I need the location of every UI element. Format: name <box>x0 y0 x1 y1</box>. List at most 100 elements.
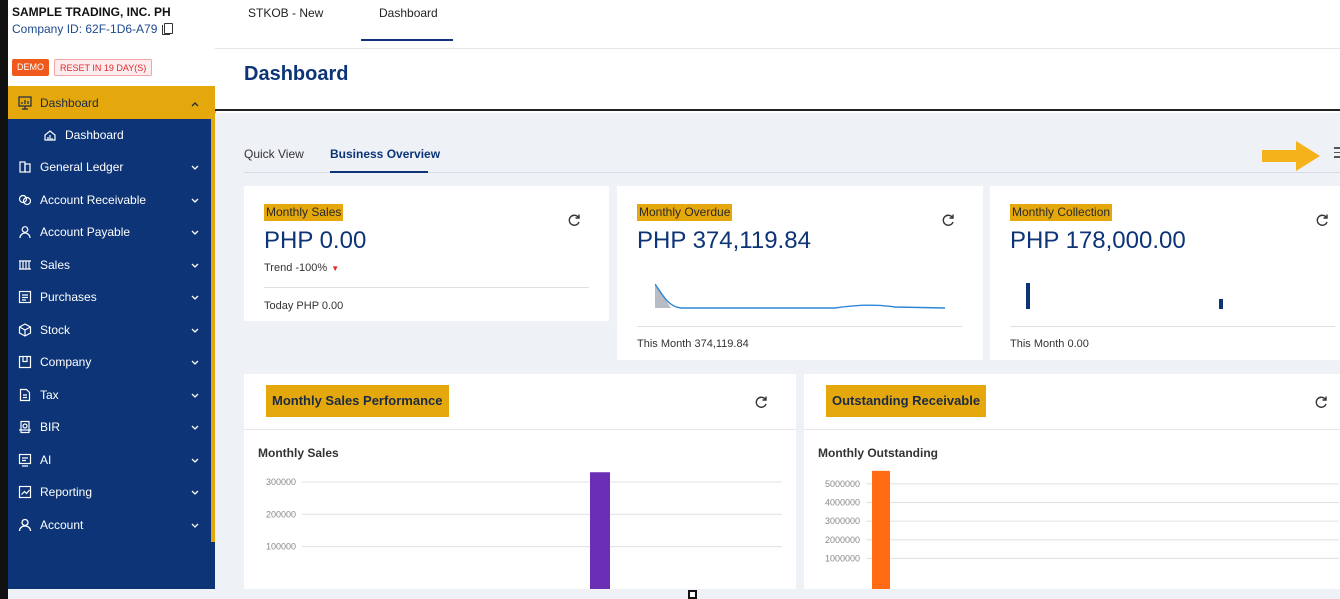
sidebar-item-tax[interactable]: Tax <box>8 379 211 412</box>
arrow-right-icon <box>1262 141 1320 171</box>
sidebar-item-company[interactable]: Company <box>8 346 211 379</box>
sidebar-subitem-dashboard[interactable]: Dashboard <box>8 119 211 151</box>
company-info: SAMPLE TRADING, INC. PH Company ID: 62F-… <box>8 0 215 52</box>
sidebar-item-label: AI <box>40 452 52 467</box>
chevron-down-icon <box>191 295 199 303</box>
tax-icon <box>18 388 32 402</box>
chevron-down-icon <box>191 165 199 173</box>
sidebar-item-account[interactable]: Account <box>8 509 211 542</box>
sidebar-item-ai[interactable]: AI <box>8 444 211 477</box>
sidebar-item-account-payable[interactable]: Account Payable <box>8 216 211 249</box>
refresh-icon[interactable] <box>941 213 955 227</box>
sidebar-item-label: Dashboard <box>40 95 99 110</box>
sidebar-item-reporting[interactable]: Reporting <box>8 476 211 509</box>
monthly-collection-card: Monthly Collection PHP 178,000.00 This M… <box>990 186 1340 360</box>
monthly-outstanding-chart: 5000000 4000000 3000000 2000000 1000000 <box>825 470 1339 599</box>
y-tick-label: 4000000 <box>825 498 860 508</box>
panel-header: Outstanding Receivable <box>804 374 1340 430</box>
user-icon <box>18 518 32 532</box>
receivable-icon <box>18 193 32 207</box>
sidebar-item-label: Reporting <box>40 485 93 500</box>
monthly-collection-label: Monthly Collection <box>1010 204 1113 221</box>
top-tab-bar: STKOB - New Dashboard <box>215 0 1340 49</box>
y-tick-label: 300000 <box>266 477 296 487</box>
subtab-business-overview[interactable]: Business Overview <box>330 147 440 161</box>
monthly-collection-value: PHP 178,000.00 <box>1010 227 1186 254</box>
sidebar: SAMPLE TRADING, INC. PH Company ID: 62F-… <box>8 0 215 599</box>
refresh-icon[interactable] <box>1315 213 1329 227</box>
chevron-down-icon <box>191 328 199 336</box>
trend-down-icon: ▼ <box>331 264 340 273</box>
chevron-down-icon <box>191 490 199 498</box>
monthly-sales-today: Today PHP 0.00 <box>264 300 344 312</box>
y-tick-label: 1000000 <box>825 553 860 563</box>
sidebar-menu: Dashboard Dashboard General Ledger Accou… <box>8 86 211 541</box>
y-tick-label: 200000 <box>266 509 296 519</box>
refresh-icon[interactable] <box>567 213 581 227</box>
monthly-overdue-value: PHP 374,119.84 <box>637 227 811 254</box>
sidebar-item-label: Account Receivable <box>40 192 147 207</box>
monthly-sales-label: Monthly Sales <box>264 204 344 221</box>
company-name: SAMPLE TRADING, INC. PH <box>12 5 171 19</box>
sidebar-item-account-receivable[interactable]: Account Receivable <box>8 184 211 217</box>
chevron-down-icon <box>191 263 199 271</box>
badge-row: DEMO RESET IN 19 DAY(S) <box>8 52 215 86</box>
panel-title: Monthly Sales Performance <box>266 385 449 417</box>
reporting-icon <box>18 485 32 499</box>
sales-icon <box>18 258 32 272</box>
company-icon <box>18 355 32 369</box>
sidebar-item-label: Tax <box>40 387 59 402</box>
sidebar-item-label: Account Payable <box>40 225 131 240</box>
sidebar-item-stock[interactable]: Stock <box>8 314 211 347</box>
sidebar-item-bir[interactable]: BIR <box>8 411 211 444</box>
hamburger-menu-icon[interactable] <box>1334 147 1340 161</box>
cube-icon <box>18 323 32 337</box>
chevron-down-icon <box>191 393 199 401</box>
monthly-overdue-label: Monthly Overdue <box>637 204 733 221</box>
sidebar-item-label: Sales <box>40 257 71 272</box>
subtab-bar: Quick View Business Overview <box>244 147 1340 173</box>
sidebar-item-label: Purchases <box>40 290 97 305</box>
dashboard-content: Quick View Business Overview Monthly Sal… <box>215 113 1340 599</box>
chevron-down-icon <box>191 523 199 531</box>
chart-title: Monthly Sales <box>258 446 339 460</box>
refresh-icon[interactable] <box>1314 395 1328 409</box>
chevron-down-icon <box>191 458 199 466</box>
bottom-scroll-area <box>8 589 1340 599</box>
monthly-sales-chart: 300000 200000 100000 <box>266 472 782 599</box>
sidebar-item-label: Company <box>40 355 92 370</box>
bar[interactable] <box>872 470 890 599</box>
monthly-overdue-card: Monthly Overdue PHP 374,119.84 This Mont… <box>617 186 983 360</box>
refresh-icon[interactable] <box>754 395 768 409</box>
page-header: Dashboard <box>215 49 1340 111</box>
chevron-down-icon <box>191 425 199 433</box>
ledger-icon <box>18 160 32 174</box>
sidebar-item-purchases[interactable]: Purchases <box>8 281 211 314</box>
y-tick-label: 2000000 <box>825 535 860 545</box>
monitor-chart-icon <box>18 95 32 110</box>
company-id: Company ID: 62F-1D6-A79 <box>12 20 211 38</box>
sidebar-item-dashboard[interactable]: Dashboard <box>8 86 211 119</box>
tab-dashboard[interactable]: Dashboard <box>361 0 456 28</box>
subtab-quick-view[interactable]: Quick View <box>244 147 304 161</box>
payable-icon <box>18 225 32 239</box>
sidebar-item-general-ledger[interactable]: General Ledger <box>8 151 211 184</box>
chevron-down-icon <box>191 230 199 238</box>
sidebar-item-label: Stock <box>40 322 71 337</box>
chart-title: Monthly Outstanding <box>818 446 938 460</box>
monthly-sales-performance-panel: Monthly Sales Performance Monthly Sales … <box>244 374 796 599</box>
card-divider <box>264 287 589 288</box>
monthly-collection-this-month: This Month 0.00 <box>1010 338 1089 350</box>
active-tab-indicator <box>361 39 453 41</box>
sidebar-item-label: General Ledger <box>40 160 124 175</box>
copy-icon[interactable] <box>162 23 174 35</box>
chevron-down-icon <box>191 198 199 206</box>
tab-stkob-new[interactable]: STKOB - New <box>230 0 341 28</box>
collection-sparkline <box>1026 283 1223 309</box>
resize-handle[interactable] <box>688 590 697 599</box>
app-window: SAMPLE TRADING, INC. PH Company ID: 62F-… <box>0 0 1340 599</box>
sidebar-item-sales[interactable]: Sales <box>8 249 211 282</box>
chevron-down-icon <box>191 360 199 368</box>
monthly-sales-value: PHP 0.00 <box>264 227 367 254</box>
bar[interactable] <box>590 472 610 599</box>
